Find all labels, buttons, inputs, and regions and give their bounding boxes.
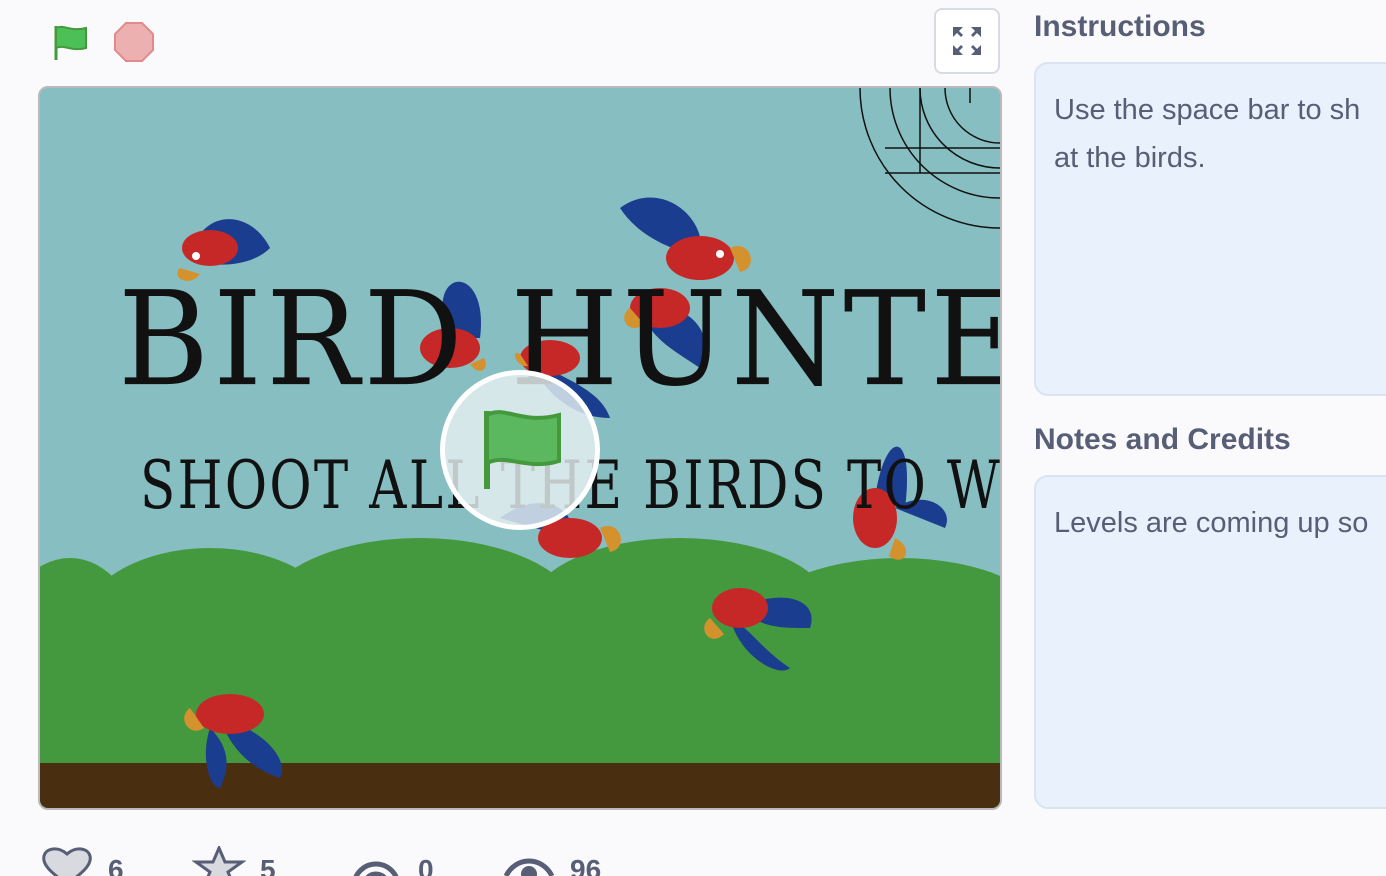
- stop-icon: [114, 22, 154, 62]
- instructions-line: Use the space bar to sh: [1054, 94, 1361, 126]
- heart-icon: [42, 847, 92, 876]
- green-flag-icon: [484, 410, 561, 489]
- notes-text: Levels are coming up so: [1054, 507, 1369, 539]
- instructions-title: Instructions: [1034, 10, 1206, 43]
- game-subtitle: SHOOT ALL THE BIRDS TO WIN: [140, 447, 1002, 524]
- love-stat[interactable]: 6: [40, 846, 124, 876]
- stop-button[interactable]: [110, 18, 158, 66]
- project-page: BIRD HUNTER SHOOT ALL THE BIRDS TO WIN I…: [0, 0, 1386, 876]
- green-flag-button[interactable]: [46, 18, 94, 66]
- love-count: 6: [108, 854, 124, 876]
- start-overlay-button[interactable]: [440, 370, 600, 530]
- view-stat: 96: [502, 846, 601, 876]
- favorite-stat[interactable]: 5: [192, 846, 276, 876]
- favorite-count: 5: [260, 854, 276, 876]
- fullscreen-icon: [953, 27, 981, 55]
- instructions-text: Use the space bar to sh at the birds.: [1054, 86, 1386, 182]
- remix-stat: 0: [350, 846, 434, 876]
- remix-icon: [353, 861, 399, 876]
- fullscreen-button[interactable]: [934, 8, 1000, 74]
- instructions-box: Use the space bar to sh at the birds.: [1034, 62, 1386, 396]
- star-icon: [192, 846, 246, 876]
- project-stage[interactable]: BIRD HUNTER SHOOT ALL THE BIRDS TO WIN: [38, 86, 1002, 810]
- view-count: 96: [570, 854, 602, 876]
- notes-title: Notes and Credits: [1034, 423, 1291, 456]
- notes-box: Levels are coming up so: [1034, 475, 1386, 809]
- remix-count: 0: [418, 854, 434, 876]
- hills-graphic: [40, 538, 1000, 768]
- spider-web-graphic: [859, 88, 1000, 229]
- green-flag-icon: [54, 25, 87, 60]
- ground-graphic: [40, 763, 1000, 808]
- instructions-line: at the birds.: [1054, 142, 1206, 174]
- eye-icon: [503, 858, 555, 876]
